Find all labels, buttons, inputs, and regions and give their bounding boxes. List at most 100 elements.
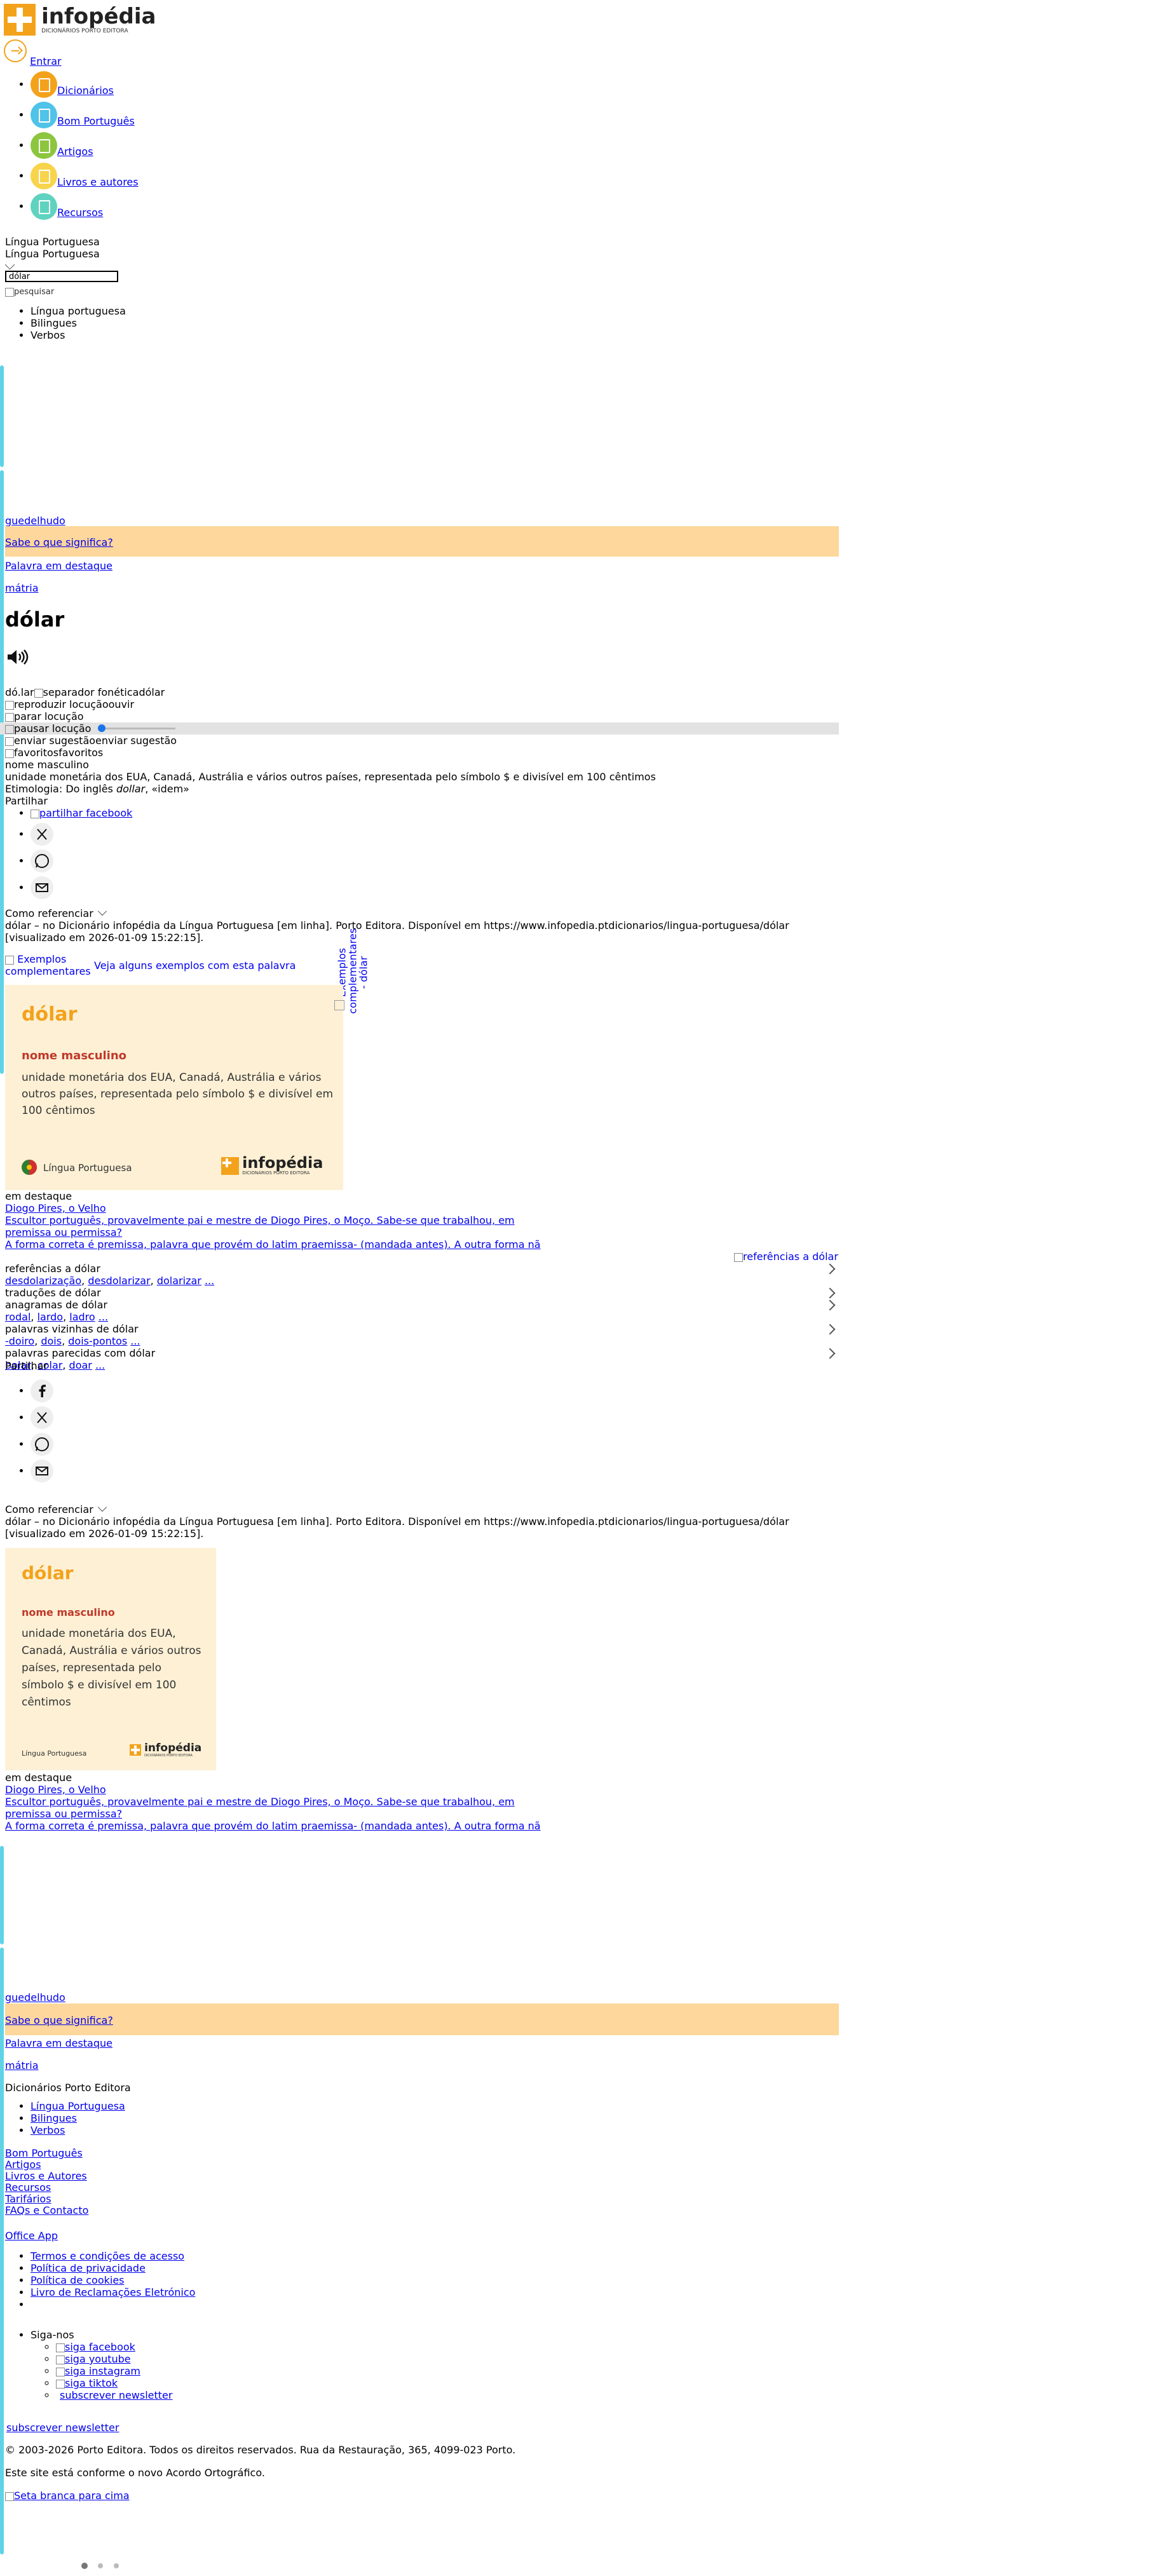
highlight-link[interactable]: A forma correta é premissa, palavra que … (5, 1820, 577, 1832)
related-section[interactable]: palavras vizinhas de dólar -doiro, dois, … (5, 1323, 839, 1347)
featured-word2-link[interactable]: mátria (5, 2059, 39, 2071)
footer-link[interactable]: Recursos (5, 2182, 88, 2193)
banner-word-link[interactable]: guedelhudo (5, 1991, 65, 2003)
footer-legal-link[interactable]: Livro de Reclamações Eletrónico (31, 2286, 195, 2298)
highlight-link[interactable]: premissa ou permissa? (5, 1226, 577, 1238)
carousel-dot[interactable] (98, 2563, 103, 2568)
related-section[interactable]: palavras parecidas com dólar bolar, colar… (5, 1347, 839, 1371)
search-tab[interactable]: Verbos (31, 329, 126, 341)
nav-resources-icon[interactable] (31, 193, 57, 220)
cite-toggle[interactable]: Como referenciar (5, 1502, 107, 1515)
highlight-link[interactable]: premissa ou permissa? (5, 1808, 577, 1820)
footer-legal-link[interactable]: Política de privacidade (31, 2262, 146, 2274)
highlight-link[interactable]: Diogo Pires, o Velho (5, 1202, 577, 1214)
whatsapp-icon[interactable] (31, 1433, 53, 1456)
speaker-icon[interactable] (5, 648, 31, 666)
featured-word2-link[interactable]: mátria (5, 582, 39, 594)
banner-question-link[interactable]: Sabe o que significa? (5, 536, 113, 548)
audio-progress-track[interactable] (105, 728, 175, 729)
share-facebook[interactable]: partilhar facebook (31, 807, 132, 819)
email-icon[interactable] (31, 876, 53, 899)
examples-image[interactable]: Exemplos complementares (5, 953, 94, 977)
x-icon[interactable] (31, 1406, 53, 1429)
chevron-down-icon[interactable] (4, 259, 15, 270)
facebook-icon[interactable] (31, 1380, 53, 1402)
highlight-link[interactable]: A forma correta é premissa, palavra que … (5, 1238, 577, 1251)
newsletter-link[interactable]: subscrever newsletter (60, 2389, 172, 2401)
related-word-link[interactable]: ... (205, 1275, 214, 1287)
footer-dict-link[interactable]: Verbos (31, 2124, 65, 2136)
highlight-link[interactable]: Diogo Pires, o Velho (5, 1784, 577, 1796)
related-word-link[interactable]: dois (41, 1335, 62, 1347)
whatsapp-icon[interactable] (31, 850, 53, 872)
lang-select[interactable]: Língua Portuguesa (5, 248, 100, 260)
favorites-button[interactable]: favoritosfavoritos (5, 747, 103, 759)
search-tab[interactable]: Língua portuguesa (31, 305, 126, 317)
refs-image[interactable]: referências a dólar (734, 1251, 838, 1263)
play-button[interactable]: reproduzir locuçãoouvir (5, 698, 134, 710)
related-word-link[interactable]: ladro (69, 1311, 95, 1323)
nav-link[interactable]: Bom Português (57, 115, 135, 127)
related-word-link[interactable]: desdolarização (5, 1275, 81, 1287)
social-link[interactable]: siga tiktok (56, 2377, 118, 2389)
footer-dict-link[interactable]: Língua Portuguesa (31, 2100, 125, 2112)
pause-button[interactable]: pausar locução (5, 722, 91, 735)
carousel-dot[interactable] (114, 2563, 119, 2568)
nav-link[interactable]: Recursos (57, 207, 103, 219)
footer-dict-link[interactable]: Bilingues (31, 2112, 77, 2124)
search-input[interactable] (5, 271, 118, 282)
featured-word-link[interactable]: Palavra em destaque (5, 2037, 112, 2049)
related-word-link[interactable]: dois-pontos (68, 1335, 127, 1347)
email-icon[interactable] (31, 1460, 53, 1482)
related-word-link[interactable]: dolarizar (157, 1275, 201, 1287)
audio-progress-handle[interactable] (98, 724, 105, 732)
related-word-link[interactable]: ... (95, 1359, 105, 1371)
social-link[interactable]: siga youtube (56, 2353, 131, 2365)
footer-link[interactable]: Livros e Autores (5, 2171, 88, 2182)
nav-link[interactable]: Livros e autores (57, 176, 139, 188)
search-tab[interactable]: Bilingues (31, 317, 126, 329)
login-link[interactable]: Entrar (30, 55, 61, 67)
x-icon[interactable] (31, 823, 53, 846)
related-word-link[interactable]: ... (99, 1311, 108, 1323)
footer-link[interactable]: Artigos (5, 2159, 88, 2171)
highlight-link[interactable]: Escultor português, provavelmente pai e … (5, 1796, 577, 1808)
logo[interactable]: infopédia DICIONÁRIOS PORTO EDITORA (4, 4, 156, 36)
footer-link[interactable]: FAQs e Contacto (5, 2205, 88, 2216)
highlight-link[interactable]: Escultor português, provavelmente pai e … (5, 1214, 577, 1226)
related-section[interactable]: referências a dólar desdolarização, desdo… (5, 1263, 839, 1287)
carousel-dot-active[interactable] (81, 2563, 88, 2569)
nav-articles-icon[interactable] (31, 132, 57, 159)
related-word-link[interactable]: desdolarizar (88, 1275, 150, 1287)
footer-legal-link[interactable]: Política de cookies (31, 2274, 125, 2286)
office-app-link[interactable]: Office App (5, 2230, 58, 2242)
related-word-link[interactable]: -doiro (5, 1335, 34, 1347)
banner-question-link[interactable]: Sabe o que significa? (5, 2014, 113, 2026)
footer-legal-link[interactable]: Termos e condições de acesso (31, 2250, 184, 2262)
cite-toggle[interactable]: Como referenciar (5, 906, 107, 919)
nav-link[interactable]: Artigos (57, 146, 93, 158)
social-link[interactable]: siga instagram (56, 2365, 140, 2377)
stop-button[interactable]: parar locução (5, 710, 84, 722)
nav-books-icon[interactable] (31, 163, 57, 189)
newsletter-link[interactable]: subscrever newsletter (5, 2422, 119, 2434)
examples-link[interactable]: Veja alguns exemplos com esta palavra (94, 959, 296, 972)
login[interactable]: Entrar (4, 39, 62, 67)
related-word-link[interactable]: lardo (37, 1311, 64, 1323)
suggest-button[interactable]: enviar sugestãoenviar sugestão (5, 735, 177, 747)
back-to-top[interactable]: Seta branca para cima (5, 2490, 130, 2502)
related-section[interactable]: anagramas de dólar rodal, lardo, ladro ..… (5, 1299, 839, 1323)
related-section[interactable]: traduções de dólar (5, 1287, 839, 1299)
nav-dictionaries-icon[interactable] (31, 71, 57, 98)
social-link[interactable]: siga facebook (56, 2341, 135, 2353)
banner-word-link[interactable]: guedelhudo (5, 515, 65, 527)
related-word-link[interactable]: rodal (5, 1311, 31, 1323)
footer-link[interactable]: Bom Português (5, 2148, 88, 2159)
nav-link[interactable]: Dicionários (57, 85, 114, 97)
search-button[interactable]: pesquisar (5, 286, 54, 298)
featured-word-link[interactable]: Palavra em destaque (5, 560, 112, 572)
nav-bom-portugues-icon[interactable] (31, 102, 57, 128)
related-word-link[interactable]: ... (130, 1335, 140, 1347)
footer-link[interactable]: Tarifários (5, 2193, 88, 2205)
related-word-link[interactable]: doar (69, 1359, 92, 1371)
